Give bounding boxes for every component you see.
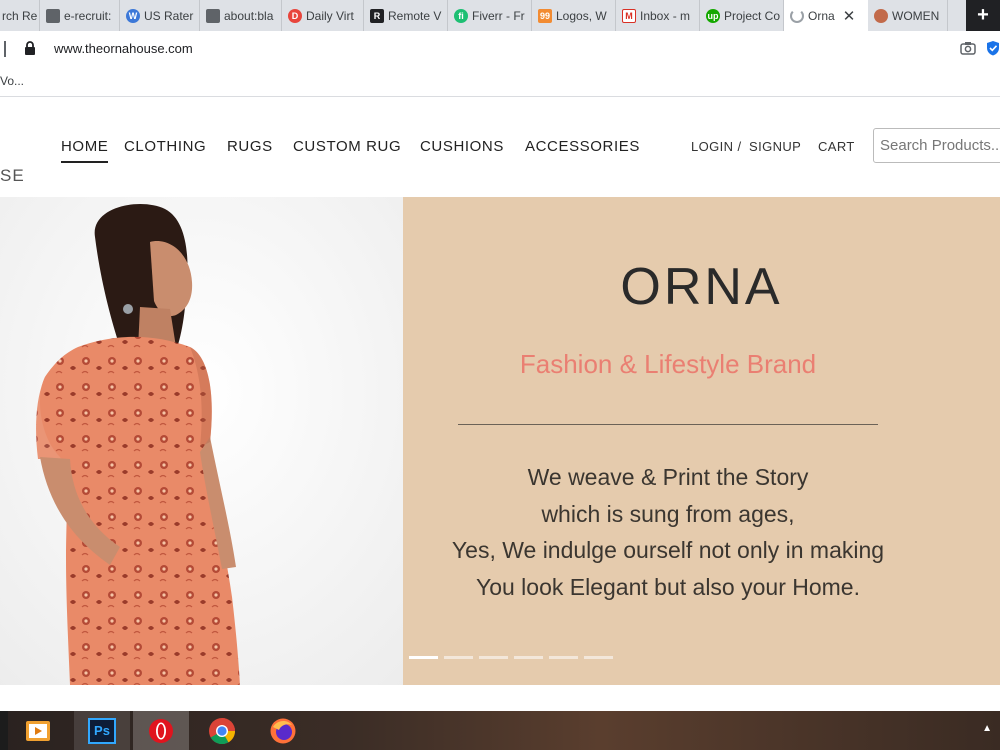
cart-link[interactable]: CART bbox=[818, 139, 855, 154]
tab-title: US Rater bbox=[144, 8, 194, 23]
opera-icon[interactable] bbox=[133, 711, 189, 750]
shield-check-icon[interactable] bbox=[986, 40, 1000, 56]
tab-title: Fiverr - Fr bbox=[472, 8, 525, 23]
firefox-icon[interactable] bbox=[255, 711, 311, 750]
story-line: Yes, We indulge ourself not only in maki… bbox=[451, 537, 885, 563]
browser-tab-active[interactable]: Orna ✕ bbox=[784, 0, 868, 31]
new-tab-button[interactable]: + bbox=[966, 0, 1000, 31]
browser-tab[interactable]: about:bla bbox=[200, 0, 282, 31]
browser-tab[interactable]: D Daily Virt bbox=[282, 0, 364, 31]
slider-dot[interactable] bbox=[479, 656, 508, 659]
camera-icon[interactable] bbox=[960, 40, 976, 56]
tab-title: Project Co bbox=[724, 8, 781, 23]
remote-icon: R bbox=[370, 8, 384, 23]
chrome-icon[interactable] bbox=[194, 711, 250, 750]
start-edge[interactable] bbox=[0, 711, 8, 750]
tab-title: about:bla bbox=[224, 8, 274, 23]
hero-slider: ORNA Fashion & Lifestyle Brand We weave … bbox=[0, 197, 1000, 685]
nav-cushions[interactable]: CUSHIONS bbox=[420, 138, 504, 155]
nav-custom-rug[interactable]: CUSTOM RUG bbox=[293, 138, 401, 155]
search-input[interactable] bbox=[873, 128, 1000, 163]
divider bbox=[458, 424, 878, 425]
logos-icon: 99 bbox=[538, 8, 552, 23]
photoshop-label: Ps bbox=[88, 717, 116, 744]
os-taskbar: Ps ▲ bbox=[0, 711, 1000, 750]
media-player-icon[interactable] bbox=[18, 711, 58, 750]
site-logo[interactable]: SE bbox=[0, 166, 25, 186]
women-icon bbox=[874, 8, 888, 23]
nav-rugs[interactable]: RUGS bbox=[227, 138, 273, 155]
gmail-icon: M bbox=[622, 8, 636, 23]
slider-dot[interactable] bbox=[549, 656, 578, 659]
nav-accessories[interactable]: ACCESSORIES bbox=[525, 138, 640, 155]
browser-tab[interactable]: e-recruit: bbox=[40, 0, 120, 31]
slider-dot[interactable] bbox=[584, 656, 613, 659]
model-photo bbox=[0, 197, 403, 685]
tab-title: Logos, W bbox=[556, 8, 607, 23]
story-line: We weave & Print the Story bbox=[527, 464, 809, 490]
slider-dot[interactable] bbox=[409, 656, 438, 659]
tab-title: Daily Virt bbox=[306, 8, 354, 23]
document-icon bbox=[206, 8, 220, 23]
url-field[interactable]: www.theornahouse.com bbox=[54, 41, 193, 56]
brand-panel: ORNA Fashion & Lifestyle Brand We weave … bbox=[403, 197, 1000, 685]
document-icon bbox=[46, 8, 60, 23]
browser-tab[interactable]: W US Rater bbox=[120, 0, 200, 31]
tab-title: Remote V bbox=[388, 8, 442, 23]
signup-link[interactable]: SIGNUP bbox=[749, 139, 801, 154]
close-icon[interactable]: ✕ bbox=[843, 7, 856, 25]
tray-arrow-icon[interactable]: ▲ bbox=[982, 723, 992, 734]
story-line: You look Elegant but also your Home. bbox=[475, 573, 860, 600]
bookmarks-bar: Vo... bbox=[0, 67, 1000, 97]
lock-icon[interactable] bbox=[24, 41, 36, 55]
daily-virtual-icon: D bbox=[288, 8, 302, 23]
tab-title: WOMEN bbox=[892, 8, 940, 23]
story-line: which is sung from ages, bbox=[541, 500, 795, 527]
fiverr-icon: fi bbox=[454, 8, 468, 23]
browser-tab[interactable]: up Project Co bbox=[700, 0, 784, 31]
nav-clothing[interactable]: CLOTHING bbox=[124, 138, 206, 155]
upwork-icon: up bbox=[706, 8, 720, 23]
tab-title: e-recruit: bbox=[64, 8, 112, 23]
separator bbox=[4, 41, 6, 57]
tab-title: Orna bbox=[808, 8, 835, 23]
browser-tab[interactable]: rch Re bbox=[0, 0, 40, 31]
brand-title: ORNA bbox=[620, 258, 783, 316]
brand-tagline: Fashion & Lifestyle Brand bbox=[519, 349, 817, 379]
address-bar-actions bbox=[960, 40, 1000, 56]
brand-story: We weave & Print the Story which is sung… bbox=[403, 459, 933, 605]
browser-tab[interactable]: fi Fiverr - Fr bbox=[448, 0, 532, 31]
login-link[interactable]: LOGIN / bbox=[691, 139, 741, 154]
wordpress-icon: W bbox=[126, 8, 140, 23]
tab-title: rch Re bbox=[2, 8, 38, 23]
browser-tab-strip: rch Re e-recruit: W US Rater about:bla D… bbox=[0, 0, 1000, 31]
bookmark-item[interactable]: Vo... bbox=[0, 74, 24, 88]
browser-tab[interactable]: R Remote V bbox=[364, 0, 448, 31]
photoshop-icon[interactable]: Ps bbox=[74, 711, 130, 750]
slider-pagination bbox=[409, 656, 613, 659]
slider-dot[interactable] bbox=[444, 656, 473, 659]
tab-title: Inbox - m bbox=[640, 8, 691, 23]
loading-spinner-icon bbox=[790, 8, 804, 23]
browser-tab[interactable]: WOMEN bbox=[868, 0, 948, 31]
browser-tab[interactable]: 99 Logos, W bbox=[532, 0, 616, 31]
nav-home[interactable]: HOME bbox=[61, 138, 109, 163]
model-illustration bbox=[0, 197, 403, 685]
browser-tab[interactable]: M Inbox - m bbox=[616, 0, 700, 31]
slider-dot[interactable] bbox=[514, 656, 543, 659]
